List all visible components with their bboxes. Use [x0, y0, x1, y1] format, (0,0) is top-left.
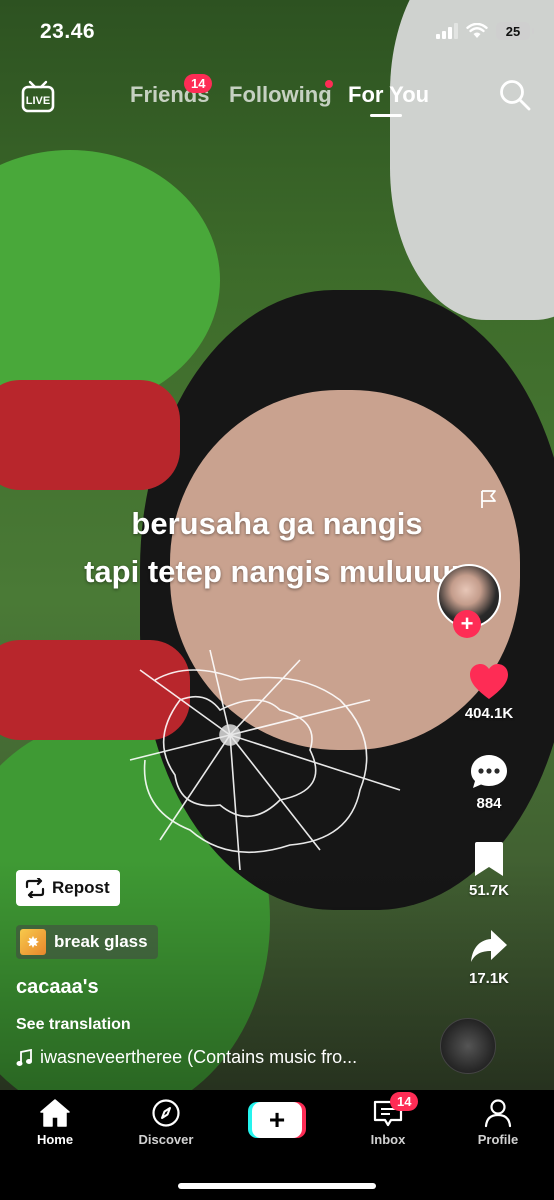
comment-bubble-icon: [471, 755, 507, 788]
search-button[interactable]: [498, 78, 532, 117]
sparkle-effect-icon: ✸: [20, 929, 46, 955]
svg-text:LIVE: LIVE: [26, 95, 50, 107]
effect-tag[interactable]: ✸ break glass: [16, 925, 158, 959]
home-icon: [40, 1099, 70, 1127]
following-notification-dot: [325, 80, 333, 88]
broken-glass-effect: [129, 649, 401, 871]
status-icons: 25: [436, 22, 534, 40]
repost-button[interactable]: Repost: [16, 870, 120, 906]
comment-count: 884: [476, 795, 502, 812]
music-note-icon: [16, 1048, 32, 1066]
nav-inbox-label: Inbox: [370, 1132, 406, 1147]
see-translation-link[interactable]: See translation: [16, 1016, 131, 1034]
top-nav: LIVE Friends 14 Following For You: [0, 72, 554, 122]
cellular-signal-icon: [436, 23, 458, 39]
video-headphone-shape: [0, 380, 180, 490]
flag-icon: [481, 490, 496, 508]
favorite-button[interactable]: 51.7K: [434, 840, 544, 899]
create-button[interactable]: +: [248, 1102, 306, 1138]
tab-for-you[interactable]: For You: [348, 82, 429, 108]
nav-discover[interactable]: Discover: [126, 1098, 206, 1147]
status-bar: 23.46 25: [0, 0, 554, 64]
nav-home-label: Home: [36, 1132, 74, 1147]
favorite-count: 51.7K: [468, 882, 510, 899]
comment-button[interactable]: 884: [434, 753, 544, 812]
battery-level: 25: [505, 23, 521, 39]
wifi-icon: [466, 23, 488, 38]
follow-plus-button[interactable]: +: [453, 610, 481, 638]
person-icon: [484, 1099, 512, 1128]
like-count: 404.1K: [464, 705, 514, 722]
nav-discover-label: Discover: [138, 1132, 194, 1147]
live-button[interactable]: LIVE: [20, 78, 56, 119]
plus-icon: +: [252, 1102, 302, 1138]
video-green-hoodie-shape: [0, 150, 220, 410]
battery-icon: 25: [496, 22, 534, 40]
active-tab-indicator: [370, 114, 402, 117]
repost-label: Repost: [52, 878, 110, 897]
nav-profile[interactable]: Profile: [458, 1098, 538, 1147]
tiktok-screen: 23.46 25 LIVE Friends 14 Following For Y…: [0, 0, 554, 1200]
share-button[interactable]: 17.1K: [434, 928, 544, 987]
compass-icon: [152, 1099, 180, 1127]
home-indicator: [178, 1183, 376, 1189]
username[interactable]: cacaaa's: [16, 976, 99, 999]
live-tv-icon: LIVE: [21, 80, 55, 113]
effect-label: break glass: [54, 932, 148, 951]
inbox-badge: 14: [390, 1092, 419, 1111]
tab-following[interactable]: Following: [229, 82, 332, 108]
bookmark-icon: [475, 842, 503, 876]
report-button[interactable]: [478, 488, 500, 515]
music-disc[interactable]: [440, 1018, 496, 1074]
caption-line-1: berusaha ga nangis: [131, 506, 423, 541]
nav-inbox[interactable]: Inbox 14: [348, 1092, 428, 1147]
nav-home[interactable]: Home: [15, 1098, 95, 1147]
search-icon: [500, 80, 531, 111]
sound-title: iwasneveertheree (Contains music fro...: [40, 1047, 358, 1067]
heart-icon: [470, 664, 508, 699]
share-arrow-icon: [471, 930, 507, 962]
friends-badge: 14: [184, 74, 213, 93]
status-time: 23.46: [40, 20, 96, 43]
like-button[interactable]: 404.1K: [434, 663, 544, 722]
share-count: 17.1K: [468, 970, 510, 987]
nav-profile-label: Profile: [477, 1132, 519, 1147]
repost-icon: [25, 878, 45, 898]
sound-link[interactable]: iwasneveertheree (Contains music fro...: [16, 1047, 357, 1068]
